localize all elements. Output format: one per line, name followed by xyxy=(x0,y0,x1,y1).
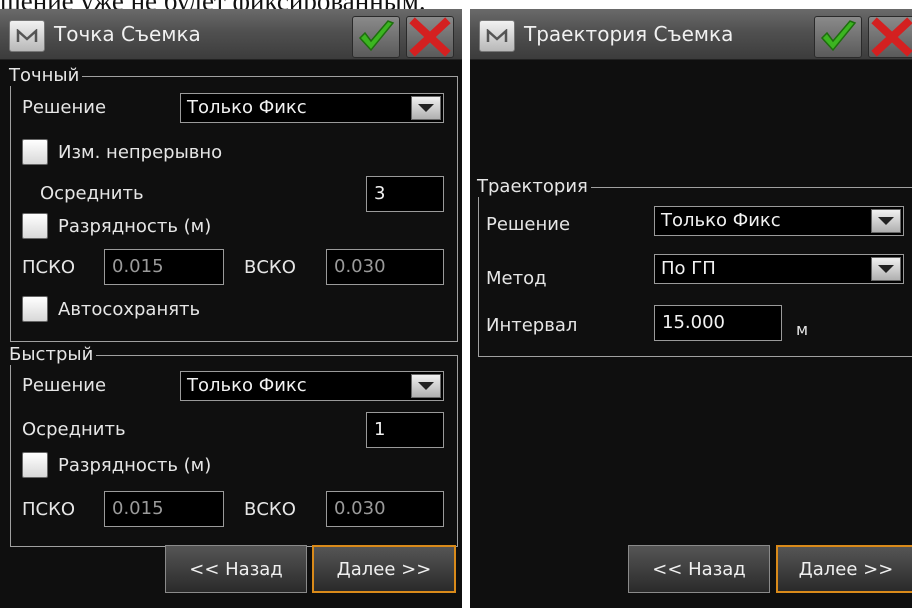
fast-average-input[interactable]: 1 xyxy=(366,412,444,448)
precise-solution-value: Только Фикс xyxy=(187,97,307,118)
trajectory-solution-select[interactable]: Только Фикс xyxy=(654,206,904,236)
cancel-button[interactable] xyxy=(406,16,454,58)
precise-psko-value: 0.015 xyxy=(112,256,164,277)
continuous-checkbox[interactable] xyxy=(22,139,48,165)
trajectory-method-select[interactable]: По ГП xyxy=(654,254,904,284)
trajectory-solution-value: Только Фикс xyxy=(661,210,781,231)
chevron-down-icon[interactable] xyxy=(411,96,441,120)
trajectory-legend: Траектория xyxy=(476,177,591,197)
fast-average-value: 1 xyxy=(374,419,386,440)
autosave-checkbox[interactable] xyxy=(22,296,48,322)
fast-vsko-label: ВСКО xyxy=(244,499,296,520)
precise-legend: Точный xyxy=(8,66,83,86)
precise-solution-select[interactable]: Только Фикс xyxy=(180,93,444,123)
precise-vsko-value: 0.030 xyxy=(334,256,386,277)
title-bar: Точка Съемка xyxy=(0,9,462,60)
precise-average-label: Осреднить xyxy=(40,183,144,204)
point-survey-panel: Точка Съемка Точный Решение Только Фикс … xyxy=(0,9,462,608)
cancel-button[interactable] xyxy=(868,16,912,58)
fast-bits-checkbox[interactable] xyxy=(22,452,48,478)
trajectory-interval-value: 15.000 xyxy=(662,312,725,333)
fast-solution-value: Только Фикс xyxy=(187,375,307,396)
precise-average-value: 3 xyxy=(374,183,386,204)
next-button[interactable]: Далее >> xyxy=(312,545,456,593)
trajectory-interval-input[interactable]: 15.000 xyxy=(654,305,782,341)
precise-bits-checkbox[interactable] xyxy=(22,213,48,239)
red-x-icon xyxy=(409,17,451,57)
autosave-label: Автосохранять xyxy=(58,299,201,320)
chevron-down-icon[interactable] xyxy=(871,257,901,281)
ok-button[interactable] xyxy=(814,16,862,58)
fast-bits-label: Разрядность (м) xyxy=(58,455,212,476)
fast-average-label: Осреднить xyxy=(22,419,126,440)
green-check-icon xyxy=(358,20,395,52)
m-logo-icon[interactable] xyxy=(479,20,515,52)
precise-average-input[interactable]: 3 xyxy=(366,176,444,212)
fast-solution-label: Решение xyxy=(22,375,107,396)
back-button[interactable]: << Назад xyxy=(165,545,307,593)
precise-vsko-input[interactable]: 0.030 xyxy=(326,249,444,285)
fast-solution-select[interactable]: Только Фикс xyxy=(180,371,444,401)
ok-button[interactable] xyxy=(352,16,400,58)
fast-vsko-value: 0.030 xyxy=(334,498,386,519)
continuous-label: Изм. непрерывно xyxy=(58,142,223,163)
fast-legend: Быстрый xyxy=(8,345,97,365)
precise-vsko-label: ВСКО xyxy=(244,257,296,278)
trajectory-interval-label: Интервал xyxy=(486,315,578,336)
fast-psko-value: 0.015 xyxy=(112,498,164,519)
trajectory-method-value: По ГП xyxy=(661,258,716,279)
title-bar: Траектория Съемка xyxy=(470,9,912,60)
next-button[interactable]: Далее >> xyxy=(776,545,912,593)
interval-unit-label: м xyxy=(796,320,809,339)
fast-vsko-input[interactable]: 0.030 xyxy=(326,491,444,527)
fast-psko-input[interactable]: 0.015 xyxy=(104,491,224,527)
window-title: Точка Съемка xyxy=(54,22,201,46)
trajectory-solution-label: Решение xyxy=(486,214,571,235)
precise-bits-label: Разрядность (м) xyxy=(58,216,212,237)
m-logo-icon[interactable] xyxy=(9,20,45,52)
back-button[interactable]: << Назад xyxy=(628,545,770,593)
precise-psko-input[interactable]: 0.015 xyxy=(104,249,224,285)
precise-solution-label: Решение xyxy=(22,97,107,118)
fast-psko-label: ПСКО xyxy=(22,499,76,520)
red-x-icon xyxy=(871,17,912,57)
precise-psko-label: ПСКО xyxy=(22,257,76,278)
trajectory-survey-panel: Траектория Съемка Траектория Решение Тол… xyxy=(470,9,912,608)
chevron-down-icon[interactable] xyxy=(411,374,441,398)
window-title: Траектория Съемка xyxy=(524,22,734,46)
chevron-down-icon[interactable] xyxy=(871,209,901,233)
green-check-icon xyxy=(820,20,857,52)
trajectory-method-label: Метод xyxy=(486,268,547,289)
